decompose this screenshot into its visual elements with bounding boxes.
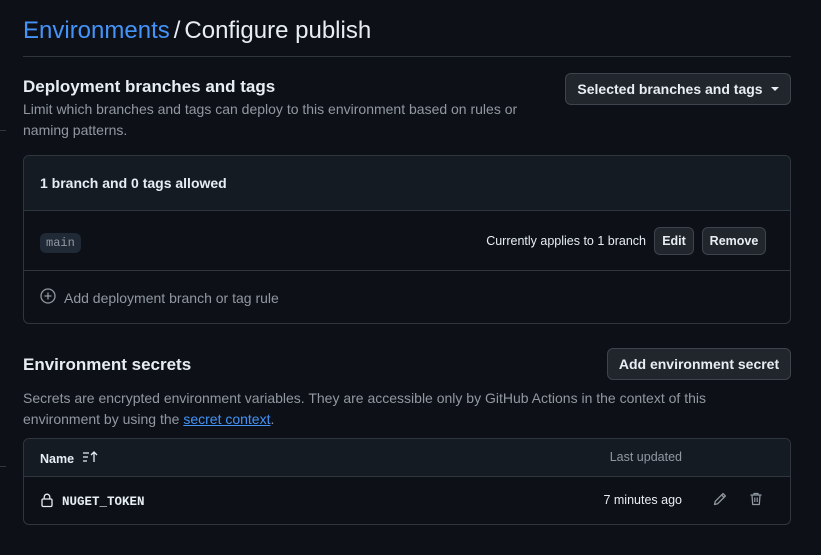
secrets-description-end: . bbox=[270, 411, 275, 427]
secret-name: NUGET_TOKEN bbox=[62, 495, 145, 509]
secret-context-link[interactable]: secret context bbox=[183, 411, 270, 427]
breadcrumb-separator: / bbox=[173, 17, 181, 44]
sort-ascending-icon bbox=[82, 450, 100, 467]
deployment-branches-description: Limit which branches and tags can deploy… bbox=[23, 101, 518, 138]
pencil-icon bbox=[712, 491, 728, 512]
gutter-divider bbox=[0, 130, 6, 131]
environment-secrets-header: Environment secrets bbox=[23, 354, 543, 376]
rule-applies-text: Currently applies to 1 branch bbox=[486, 234, 646, 248]
name-column-header[interactable]: Name bbox=[40, 450, 100, 467]
secret-last-updated: 7 minutes ago bbox=[603, 493, 682, 507]
gutter-divider bbox=[0, 466, 6, 467]
edit-secret-button[interactable] bbox=[710, 491, 730, 511]
secrets-table: Name Last updated NUGET_TOKEN 7 minutes … bbox=[23, 438, 791, 525]
branch-name: main bbox=[40, 233, 81, 253]
deployment-policy-label: Selected branches and tags bbox=[577, 81, 763, 97]
secret-name-cell: NUGET_TOKEN bbox=[40, 492, 145, 512]
deployment-branches-heading: Deployment branches and tags bbox=[23, 77, 276, 96]
add-rule-button[interactable]: Add deployment branch or tag rule bbox=[24, 270, 790, 323]
add-environment-secret-button[interactable]: Add environment secret bbox=[607, 348, 791, 380]
add-rule-label: Add deployment branch or tag rule bbox=[64, 289, 279, 306]
secrets-description: Secrets are encrypted environment variab… bbox=[23, 388, 753, 430]
edit-rule-button[interactable]: Edit bbox=[654, 227, 694, 255]
environment-settings-page: Environments / Configure publish Deploymen… bbox=[0, 0, 821, 555]
deployment-policy-select[interactable]: Selected branches and tags bbox=[565, 73, 791, 105]
page-title: Configure publish bbox=[184, 17, 372, 44]
secrets-description-text: Secrets are encrypted environment variab… bbox=[23, 390, 706, 427]
remove-rule-button[interactable]: Remove bbox=[702, 227, 766, 255]
plus-circle-icon bbox=[40, 288, 56, 307]
name-column-label: Name bbox=[40, 451, 75, 466]
table-header: Name Last updated bbox=[24, 439, 790, 476]
lock-icon bbox=[40, 492, 54, 512]
last-updated-column-header: Last updated bbox=[609, 450, 682, 464]
caret-down-icon bbox=[770, 87, 779, 91]
deployment-rules-box: 1 branch and 0 tags allowed main Current… bbox=[23, 155, 791, 324]
breadcrumb: Environments / Configure publish bbox=[23, 15, 791, 57]
trash-icon bbox=[748, 491, 764, 512]
rule-row: main Currently applies to 1 branch Edit … bbox=[24, 210, 790, 270]
environment-secrets-heading: Environment secrets bbox=[23, 355, 192, 374]
deployment-branches-header: Deployment branches and tags Limit which… bbox=[23, 76, 543, 141]
table-row: NUGET_TOKEN 7 minutes ago bbox=[24, 476, 790, 524]
delete-secret-button[interactable] bbox=[746, 491, 766, 511]
rules-summary: 1 branch and 0 tags allowed bbox=[24, 156, 790, 210]
breadcrumb-environments-link[interactable]: Environments bbox=[23, 17, 170, 44]
